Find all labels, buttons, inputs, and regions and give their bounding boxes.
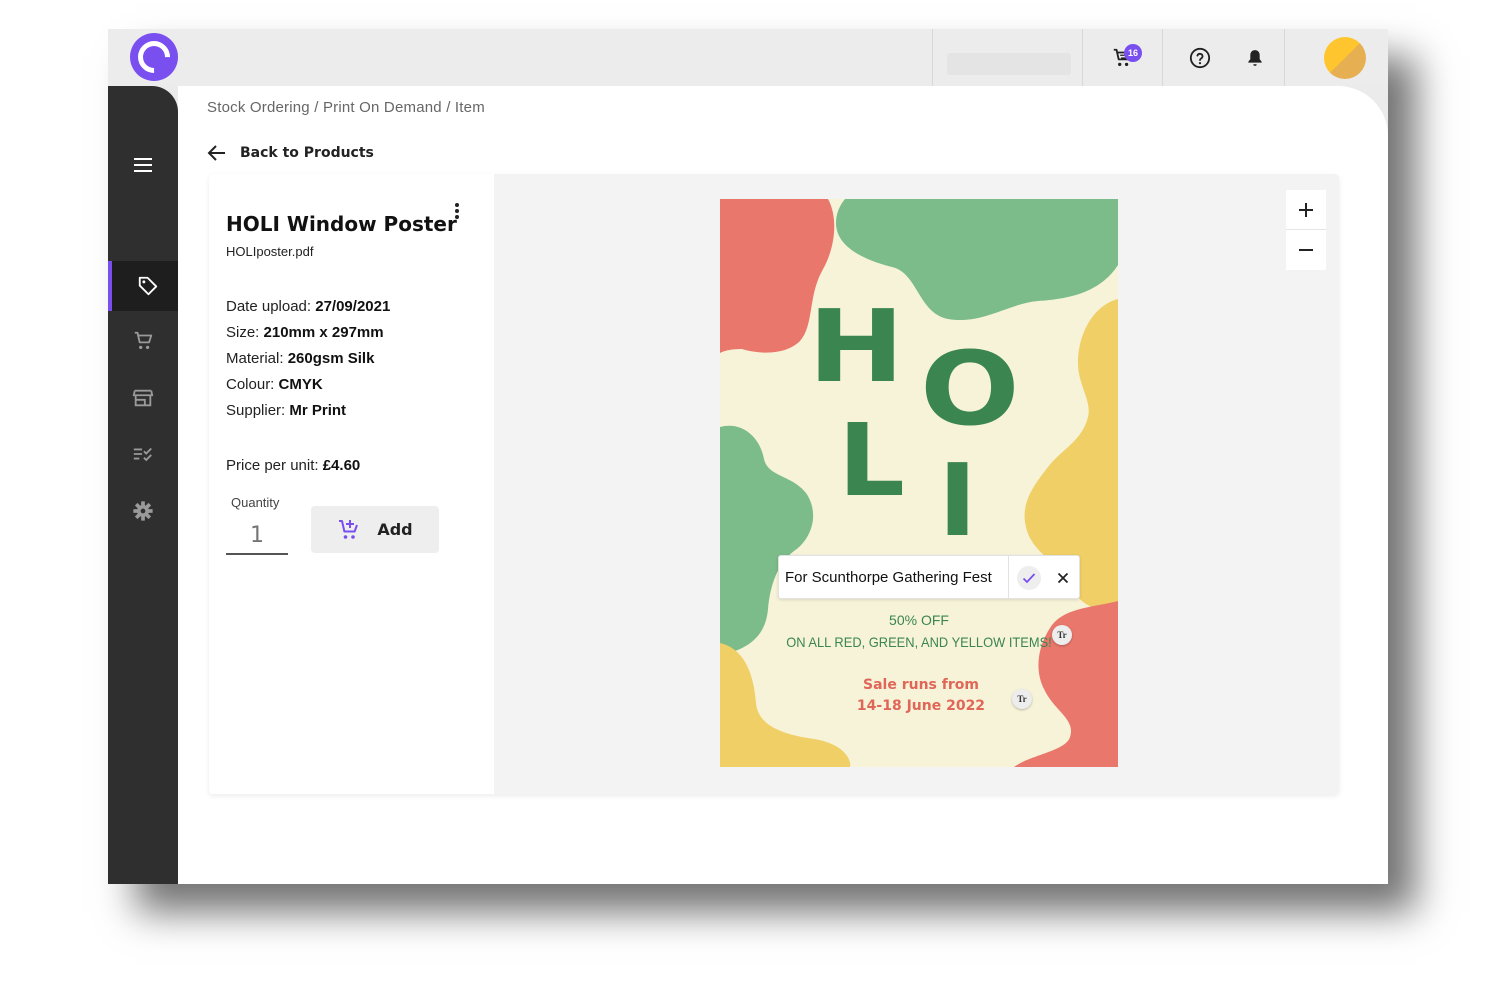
search-placeholder-bar[interactable] <box>947 53 1071 75</box>
topbar-divider <box>1162 29 1163 86</box>
spec-value: 210mm x 297mm <box>263 324 384 341</box>
bell-icon[interactable] <box>1243 46 1267 70</box>
main-content: Stock Ordering / Print On Demand / Item … <box>178 86 1388 884</box>
cart-count-badge: 16 <box>1124 44 1142 62</box>
poster-dates-heading[interactable]: Sale runs from <box>720 677 1118 693</box>
app-window: 16 Stock Ordering / Print On Demand / It… <box>108 29 1388 884</box>
menu-icon <box>134 158 152 172</box>
quantity-input[interactable] <box>226 517 288 555</box>
spec-value: £4.60 <box>322 457 361 474</box>
cancel-text-button[interactable] <box>1051 566 1075 590</box>
top-bar: 16 <box>108 29 1388 86</box>
poster-letter-i: I <box>938 442 978 559</box>
poster-letter-h: H <box>808 288 905 405</box>
spec-supplier: Supplier: Mr Print <box>226 402 346 419</box>
sidebar-item-products[interactable] <box>108 261 183 311</box>
spec-label: Material: <box>226 350 288 367</box>
quantity-label: Quantity <box>231 495 280 510</box>
file-name: HOLIposter.pdf <box>226 244 314 259</box>
poster-letter-o: O <box>920 330 1020 449</box>
spec-size: Size: 210mm x 297mm <box>226 324 384 341</box>
spec-label: Price per unit: <box>226 457 323 474</box>
poster-preview: H O L I 50% OFF ON ALL RED, GREEN, AND Y… <box>720 199 1118 767</box>
arrow-left-icon <box>207 145 225 161</box>
spec-value: CMYK <box>278 376 323 393</box>
tag-icon <box>138 276 157 296</box>
sidebar-item-store[interactable] <box>108 373 178 423</box>
spec-value: 27/09/2021 <box>315 298 391 315</box>
app-logo[interactable] <box>130 33 178 81</box>
gear-icon <box>133 501 153 521</box>
topbar-divider <box>932 29 933 86</box>
spec-label: Date upload: <box>226 298 316 315</box>
spec-date-upload: Date upload: 27/09/2021 <box>226 298 390 315</box>
product-card: HOLI Window Poster HOLIposter.pdf Date u… <box>209 174 1339 794</box>
sidebar-item-menu[interactable] <box>108 140 178 190</box>
back-link-label: Back to Products <box>240 145 374 161</box>
spec-colour: Colour: CMYK <box>226 376 323 393</box>
product-detail-panel: HOLI Window Poster HOLIposter.pdf Date u… <box>209 174 494 794</box>
text-format-icon[interactable]: Tr <box>1012 689 1032 709</box>
poster-letter-l: L <box>838 402 905 519</box>
more-options-icon[interactable] <box>449 200 465 222</box>
spec-material: Material: 260gsm Silk <box>226 350 374 367</box>
topbar-divider <box>1082 29 1083 86</box>
poster-dates-text[interactable]: 14-18 June 2022 <box>720 698 1118 714</box>
minus-icon <box>1299 249 1313 251</box>
sidebar-item-cart[interactable] <box>108 316 178 366</box>
back-to-products-link[interactable]: Back to Products <box>207 144 374 162</box>
poster-text-input[interactable] <box>779 556 1009 598</box>
store-icon <box>132 389 154 407</box>
zoom-in-button[interactable] <box>1286 190 1326 230</box>
spec-price-per-unit: Price per unit: £4.60 <box>226 457 360 474</box>
logo-ring <box>131 34 177 80</box>
spec-label: Supplier: <box>226 402 290 419</box>
plus-icon <box>1299 202 1313 217</box>
add-button-label: Add <box>377 520 413 539</box>
sidebar-item-settings[interactable] <box>108 486 178 536</box>
spec-label: Size: <box>226 324 264 341</box>
topbar-divider <box>1284 29 1285 86</box>
add-to-cart-button[interactable]: Add <box>311 506 439 553</box>
text-format-icon[interactable]: Tr <box>1052 625 1072 645</box>
product-title: HOLI Window Poster <box>226 212 457 236</box>
zoom-out-button[interactable] <box>1286 230 1326 270</box>
help-icon[interactable] <box>1188 46 1212 70</box>
spec-label: Colour: <box>226 376 279 393</box>
avatar[interactable] <box>1324 37 1366 79</box>
checklist-icon <box>133 447 152 462</box>
cart-icon <box>134 331 153 350</box>
spec-value: Mr Print <box>289 402 347 419</box>
check-icon <box>1022 573 1036 584</box>
poster-sale-subtext[interactable]: ON ALL RED, GREEN, AND YELLOW ITEMS! <box>736 634 1102 650</box>
screenshot-stage: 16 Stock Ordering / Print On Demand / It… <box>0 0 1500 1000</box>
confirm-text-button[interactable] <box>1017 566 1041 590</box>
close-icon <box>1057 572 1069 584</box>
breadcrumb[interactable]: Stock Ordering / Print On Demand / Item <box>207 99 485 116</box>
add-cart-icon <box>339 519 359 539</box>
text-edit-popup <box>778 555 1080 599</box>
sidebar <box>108 86 183 884</box>
sidebar-item-tasks[interactable] <box>108 429 178 479</box>
spec-value: 260gsm Silk <box>287 350 375 367</box>
